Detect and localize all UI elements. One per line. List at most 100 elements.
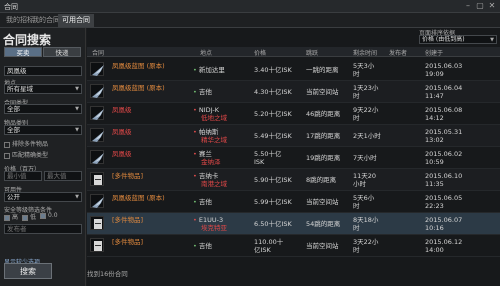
exclude-multi-label: 排除多件物品 — [12, 141, 49, 148]
jumps-line: 一跳的距离 — [306, 66, 339, 74]
checkbox-icon — [4, 214, 10, 221]
issuer-input[interactable]: 发布者 — [4, 224, 82, 234]
table-row[interactable]: 凤凰级 • NIDJ-K 低地之域 5.20十亿ISK 46跳的距离 9天22小时 2015… — [87, 103, 500, 125]
pin-icon[interactable]: ▢ — [475, 1, 485, 11]
jumps: 8跳的距离 — [306, 176, 336, 184]
created-line: 11:35 — [425, 180, 444, 188]
contract-name-line: 凤凰级 — [112, 106, 132, 114]
jumps: 54跳的距离 — [306, 220, 340, 228]
jumps-line: 46跳的距离 — [306, 110, 341, 118]
location-cell[interactable]: • 吉他 — [193, 88, 212, 96]
match-exact-label: 匹配精确类型 — [12, 152, 49, 159]
time-left: 11天20 小时 — [353, 172, 376, 188]
location-text: 吉他 — [198, 242, 212, 250]
location-cell[interactable]: • 帕纳斯 精华之域 — [193, 128, 227, 144]
created: 2015.06.07 10:16 — [425, 216, 462, 232]
contract-name: 凤凰级 — [112, 150, 132, 158]
created-line: 2015.06.12 — [425, 238, 463, 246]
security-low-checkbox[interactable]: 低 — [22, 212, 36, 221]
location-cell[interactable]: • E1UU-3 埃克特亚 — [193, 216, 227, 232]
col-price[interactable]: 价格 — [254, 48, 266, 57]
location-cell[interactable]: • 新加达里 — [193, 66, 225, 74]
table-row[interactable]: [多件物品] • 吉纳卡 南港之域 5.90十亿ISK 8跳的距离 11天20 小时 2015… — [87, 169, 500, 191]
security-high-label: 高 — [12, 214, 19, 221]
tab-bar: 我的招标 我的合同 可用合同 — [0, 13, 500, 28]
location-text: E1UU-3 — [198, 216, 224, 224]
col-created[interactable]: 创建于 — [425, 48, 443, 57]
close-icon[interactable]: ✕ — [487, 1, 497, 11]
contract-name: [多件物品] — [112, 216, 143, 224]
table-row[interactable]: 凤凰级 • 赛兰 金纳泽 5.50十亿 ISK 19跳的距离 7天小时 2015.06.02 1… — [87, 147, 500, 169]
jumps: 一跳的距离 — [306, 66, 339, 74]
buy-sell-button[interactable]: 买卖 — [4, 47, 42, 57]
search-input[interactable]: 凤凰级 — [4, 66, 82, 76]
location-cell[interactable]: • 吉他 — [193, 242, 212, 250]
table-row[interactable]: [多件物品] • E1UU-3 埃克特亚 6.50十亿ISK 54跳的距离 8天18小时 2… — [87, 213, 500, 235]
price: 5.90十亿ISK — [254, 176, 292, 184]
created-line: 2015.05.31 — [425, 128, 463, 136]
time-left: 9天22小时 — [353, 106, 378, 122]
title-bar: 合同 – ▢ ✕ — [0, 0, 500, 13]
min-price-input[interactable]: 最小值 — [4, 171, 42, 181]
table-row[interactable]: 凤凰级蓝图 (原本) • 吉他 4.30十亿ISK 当前空间站 1天23小时 2015.0… — [87, 81, 500, 103]
time-left-line: 11天20 — [353, 172, 377, 180]
col-contract[interactable]: 合同 — [92, 48, 104, 57]
location-cell[interactable]: • 吉纳卡 南港之域 — [193, 172, 227, 188]
jumps-line: 当前空间站 — [306, 242, 339, 250]
minimize-icon[interactable]: – — [463, 1, 473, 11]
price-line: 3.40十亿ISK — [254, 66, 292, 74]
contract-name: 凤凰级 — [112, 106, 132, 114]
table-row[interactable]: [多件物品] • 吉他 110.00十 亿ISK 当前空间站 3天22小时 2015.06.… — [87, 235, 500, 257]
jumps-line: 当前空间站 — [306, 198, 339, 206]
jumps: 当前空间站 — [306, 88, 339, 96]
contract-name-line: [多件物品] — [112, 172, 144, 180]
table-header: 合同 地点 价格 跳跃 剩余时间 发布者 创建于 — [87, 47, 500, 57]
created: 2015.05.31 13:02 — [425, 128, 462, 144]
jumps: 46跳的距离 — [306, 110, 340, 118]
max-price-input[interactable]: 最大值 — [44, 171, 82, 181]
search-button[interactable]: 搜索 — [4, 263, 52, 279]
time-left: 7天小时 — [353, 154, 377, 162]
location-text: 低地之域 — [201, 114, 227, 122]
search-title: 合同搜索 — [3, 33, 52, 47]
location-cell[interactable]: • 吉他 — [193, 198, 212, 206]
table-row[interactable]: 凤凰级 • 帕纳斯 精华之域 5.49十亿ISK 17跳的距离 2天1小时 2015.05.… — [87, 125, 500, 147]
created-line: 10:59 — [425, 158, 444, 166]
created-line: 2015.06.10 — [425, 172, 463, 180]
col-issuer[interactable]: 发布者 — [389, 48, 407, 57]
col-location[interactable]: 地点 — [200, 48, 212, 57]
price-line: 4.30十亿ISK — [254, 88, 292, 96]
ship-icon — [90, 84, 104, 98]
security-null-checkbox[interactable]: 0.0 — [40, 212, 58, 219]
tab-available-contracts[interactable]: 可用合同 — [58, 14, 94, 27]
match-exact-checkbox[interactable]: 匹配精确类型 — [4, 150, 48, 159]
contract-type-select[interactable]: 全部 — [4, 104, 82, 114]
price-line: 5.50十亿 — [254, 150, 282, 158]
table-row[interactable]: 凤凰级蓝图 (原本) • 吉他 5.99十亿ISK 当前空间站 5天6小时 2015.06… — [87, 191, 500, 213]
price: 5.49十亿ISK — [254, 132, 292, 140]
price-line: 亿ISK — [254, 246, 271, 254]
time-left-line: 2天1小时 — [353, 132, 381, 140]
location-select[interactable]: 所有星域 — [4, 84, 82, 94]
item-category-select[interactable]: 全部 — [4, 125, 82, 135]
table-row[interactable]: 凤凰级蓝图 (原本) • 新加达里 3.40十亿ISK 一跳的距离 5天3小时 2015.… — [87, 59, 500, 81]
col-time-left[interactable]: 剩余时间 — [353, 48, 377, 57]
checkbox-icon — [4, 152, 10, 159]
time-left: 1天23小时 — [353, 84, 378, 100]
sort-select[interactable]: 价格 (由低到高) — [419, 35, 497, 44]
ship-icon — [90, 62, 104, 76]
exclude-multi-checkbox[interactable]: 排除多件物品 — [4, 139, 48, 148]
col-jumps[interactable]: 跳跃 — [306, 48, 318, 57]
location-text: 吉他 — [198, 198, 212, 206]
contract-name-line: 凤凰级 — [112, 128, 132, 136]
contract-name-line: 凤凰级蓝图 (原本) — [112, 194, 165, 202]
availability-select[interactable]: 公开 — [4, 192, 82, 202]
time-left-line: 时 — [353, 92, 360, 100]
location-text: 金纳泽 — [201, 158, 221, 166]
location-cell[interactable]: • 赛兰 金纳泽 — [193, 150, 221, 166]
time-left-line: 时 — [353, 246, 360, 254]
courier-button[interactable]: 快递 — [43, 47, 81, 57]
price: 5.20十亿ISK — [254, 110, 292, 118]
security-high-checkbox[interactable]: 高 — [4, 212, 18, 221]
location-cell[interactable]: • NIDJ-K 低地之域 — [193, 106, 227, 122]
